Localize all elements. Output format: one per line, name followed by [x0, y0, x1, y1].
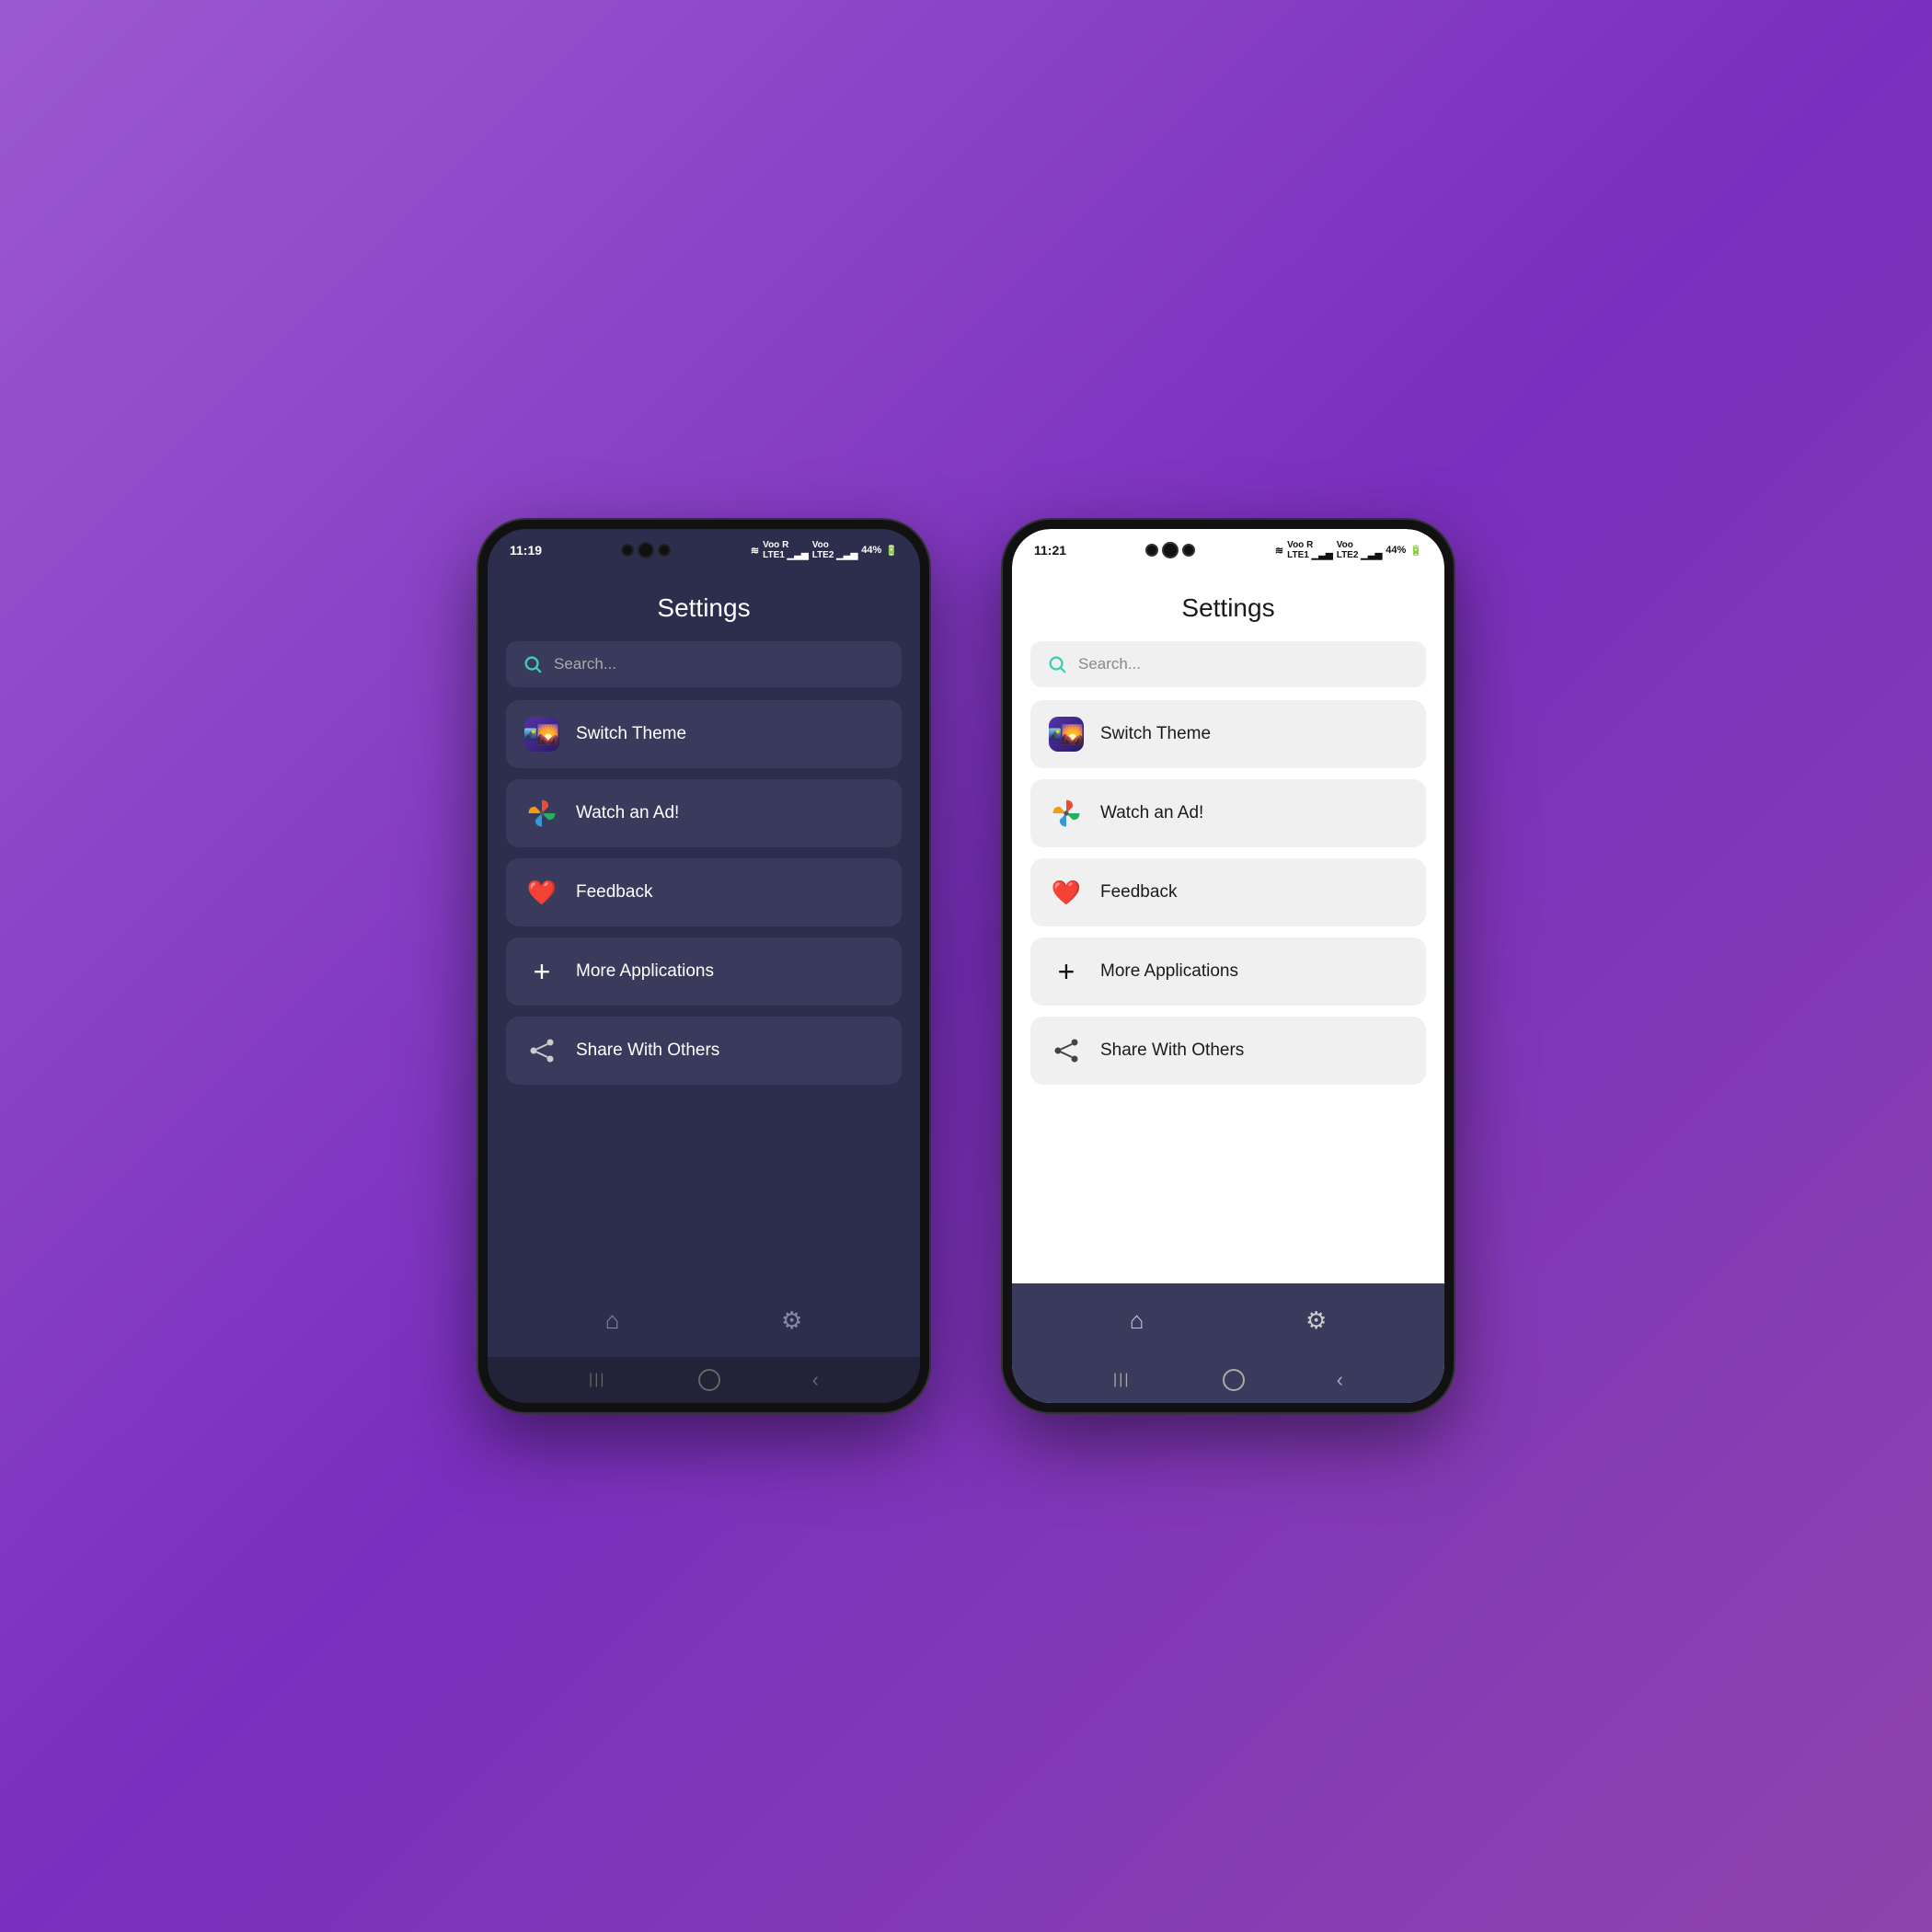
home-btn-light[interactable] [1223, 1369, 1245, 1391]
android-nav-dark: ||| ‹ [488, 1357, 920, 1403]
menu-item-share-dark[interactable]: Share With Others [506, 1017, 902, 1085]
status-bar-light: 11:21 ≋ Voo RLTE1 ▁▃▅ VooLTE2 ▁▃▅ 44% 🔋 [1012, 529, 1444, 568]
signal-light: Voo RLTE1 ▁▃▅ [1287, 540, 1333, 560]
recent-btn-light[interactable]: ||| [1113, 1372, 1130, 1388]
search-icon-dark [523, 654, 543, 674]
screen-dark: Settings Search... [488, 568, 920, 1403]
feedback-icon-light: ❤️ [1049, 875, 1084, 910]
switch-theme-label-light: Switch Theme [1100, 724, 1211, 744]
title-light: Settings [1012, 568, 1444, 641]
share-label-light: Share With Others [1100, 1041, 1244, 1061]
signal2-dark: VooLTE2 ▁▃▅ [812, 540, 858, 560]
battery-icon-dark: 🔋 [885, 545, 898, 557]
settings-nav-dark[interactable]: ⚙ [781, 1306, 802, 1335]
search-icon-light [1047, 654, 1067, 674]
watch-ad-label-light: Watch an Ad! [1100, 803, 1203, 823]
menu-item-watch-ad-dark[interactable]: Watch an Ad! [506, 779, 902, 847]
share-svg-light [1052, 1037, 1080, 1064]
share-label-dark: Share With Others [576, 1041, 719, 1061]
more-apps-label-dark: More Applications [576, 961, 714, 982]
switch-theme-icon-dark [524, 717, 559, 752]
back-btn-light[interactable]: ‹ [1337, 1368, 1343, 1392]
camera-dot2-light [1182, 544, 1195, 557]
search-placeholder-light: Search... [1078, 655, 1141, 673]
heart-icon-light: ❤️ [1052, 879, 1081, 907]
share-icon-light [1049, 1033, 1084, 1068]
more-apps-icon-dark: + [524, 954, 559, 989]
more-apps-label-light: More Applications [1100, 961, 1238, 982]
watch-ad-icon-light [1049, 796, 1084, 831]
signal2-light: VooLTE2 ▁▃▅ [1337, 540, 1383, 560]
feedback-label-dark: Feedback [576, 882, 652, 903]
search-placeholder-dark: Search... [554, 655, 616, 673]
feedback-icon-dark: ❤️ [524, 875, 559, 910]
pinwheel-svg-light [1050, 797, 1083, 830]
signal-dark: Voo RLTE1 ▁▃▅ [763, 540, 809, 560]
back-btn-dark[interactable]: ‹ [812, 1368, 819, 1392]
camera-dot-dark [621, 544, 634, 557]
home-nav-dark[interactable]: ⌂ [605, 1306, 620, 1335]
switch-theme-label-dark: Switch Theme [576, 724, 686, 744]
menu-item-watch-ad-light[interactable]: Watch an Ad! [1030, 779, 1426, 847]
wifi-icon-light: ≋ [1275, 545, 1283, 557]
menu-item-share-light[interactable]: Share With Others [1030, 1017, 1426, 1085]
menu-item-switch-theme-dark[interactable]: Switch Theme [506, 700, 902, 768]
bottom-nav-light: ⌂ ⚙ [1012, 1283, 1444, 1357]
battery-icon-light: 🔋 [1409, 545, 1422, 557]
screen-light: Settings Search... [1012, 568, 1444, 1403]
more-apps-icon-light: + [1049, 954, 1084, 989]
menu-item-switch-theme-light[interactable]: Switch Theme [1030, 700, 1426, 768]
mountain-icon-light [1049, 723, 1061, 745]
menu-items-light: Switch Theme Watch an Ad! [1012, 700, 1444, 1283]
status-bar-dark: 11:19 ≋ Voo RLTE1 ▁▃▅ VooLTE2 ▁▃▅ 44% 🔋 [488, 529, 920, 568]
menu-item-more-apps-dark[interactable]: + More Applications [506, 937, 902, 1006]
share-icon-dark [524, 1033, 559, 1068]
status-icons-light: ≋ Voo RLTE1 ▁▃▅ VooLTE2 ▁▃▅ 44% 🔋 [1275, 540, 1422, 560]
time-light: 11:21 [1034, 543, 1066, 558]
watch-ad-icon-dark [524, 796, 559, 831]
menu-item-more-apps-light[interactable]: + More Applications [1030, 937, 1426, 1006]
plus-icon-light: + [1058, 957, 1075, 986]
plus-icon-dark: + [534, 957, 551, 986]
time-dark: 11:19 [510, 543, 542, 558]
home-btn-dark[interactable] [698, 1369, 720, 1391]
switch-theme-icon-light [1049, 717, 1084, 752]
menu-items-dark: Switch Theme Watch an Ad! [488, 700, 920, 1283]
wifi-icon-dark: ≋ [751, 545, 759, 557]
watch-ad-label-dark: Watch an Ad! [576, 803, 679, 823]
mountain-icon-dark [524, 723, 536, 745]
title-dark: Settings [488, 568, 920, 641]
share-svg-dark [528, 1037, 556, 1064]
camera-main-light [1162, 542, 1179, 558]
search-bar-light[interactable]: Search... [1030, 641, 1426, 687]
feedback-label-light: Feedback [1100, 882, 1177, 903]
camera-main-dark [638, 542, 654, 558]
camera-dot2-dark [658, 544, 671, 557]
status-icons-dark: ≋ Voo RLTE1 ▁▃▅ VooLTE2 ▁▃▅ 44% 🔋 [751, 540, 898, 560]
battery-light: 44% [1386, 545, 1406, 556]
menu-item-feedback-light[interactable]: ❤️ Feedback [1030, 858, 1426, 926]
phone-light: 11:21 ≋ Voo RLTE1 ▁▃▅ VooLTE2 ▁▃▅ 44% 🔋 … [1003, 520, 1454, 1412]
menu-item-feedback-dark[interactable]: ❤️ Feedback [506, 858, 902, 926]
heart-icon-dark: ❤️ [527, 879, 557, 907]
phone-dark: 11:19 ≋ Voo RLTE1 ▁▃▅ VooLTE2 ▁▃▅ 44% 🔋 … [478, 520, 929, 1412]
camera-dot-light [1145, 544, 1158, 557]
android-nav-light: ||| ‹ [1012, 1357, 1444, 1403]
search-bar-dark[interactable]: Search... [506, 641, 902, 687]
home-nav-light[interactable]: ⌂ [1130, 1306, 1144, 1335]
battery-dark: 44% [861, 545, 881, 556]
settings-nav-light[interactable]: ⚙ [1305, 1306, 1327, 1335]
recent-btn-dark[interactable]: ||| [589, 1372, 605, 1388]
pinwheel-svg-dark [525, 797, 558, 830]
bottom-nav-dark: ⌂ ⚙ [488, 1283, 920, 1357]
